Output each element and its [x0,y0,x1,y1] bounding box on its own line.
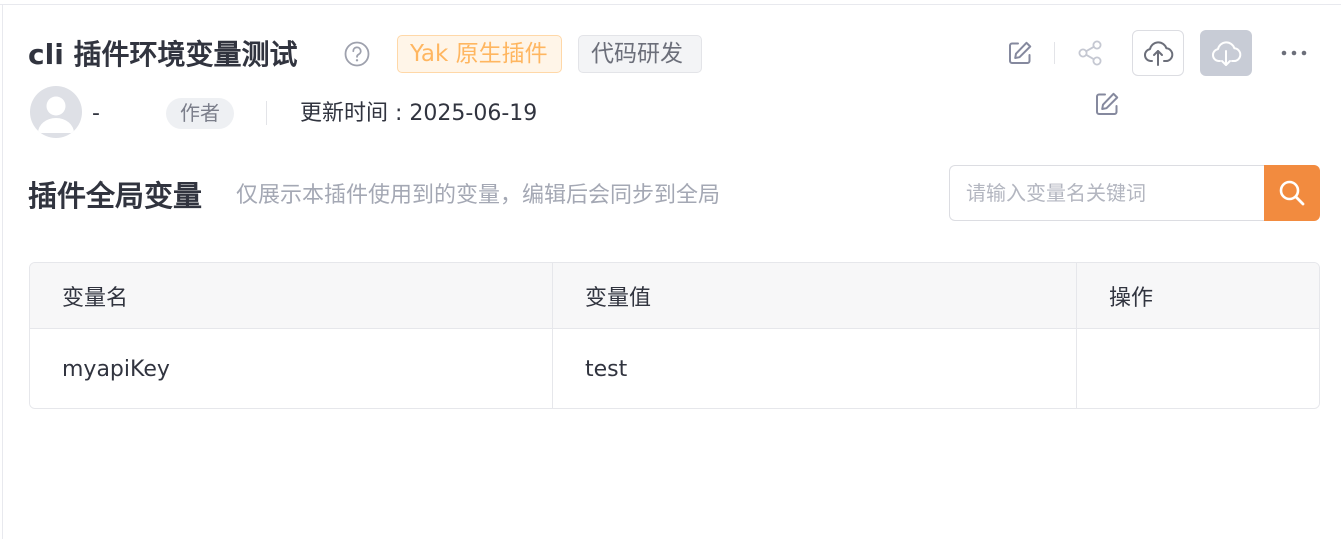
download-button[interactable] [1200,30,1252,76]
search-input[interactable] [949,165,1265,221]
author-separator [266,101,267,125]
author-name: - [92,101,100,126]
edit-icon [1096,92,1119,115]
variable-search [949,165,1320,221]
share-icon [1078,40,1102,66]
help-icon[interactable] [343,40,371,68]
action-separator [1054,42,1055,64]
plugin-title: cli 插件环境变量测试 [28,38,298,71]
section-title: 插件全局变量 [28,179,203,213]
plugin-category-tag: 代码研发 [578,35,702,73]
edit-plugin-button[interactable] [1003,36,1037,70]
edit-icon [1009,41,1032,64]
share-button[interactable] [1072,36,1108,70]
table-header: 变量名 变量值 操作 [30,263,1319,329]
variable-value-cell: test [553,329,1077,408]
edit-variable-button[interactable] [1092,89,1122,119]
plugin-type-tag: Yak 原生插件 [397,35,562,73]
cloud-download-icon [1212,41,1242,66]
table-row: myapiKey test [30,329,1319,408]
variables-table: 变量名 变量值 操作 myapiKey test [29,262,1320,409]
update-time: 更新时间 : 2025-06-19 [300,101,538,126]
upload-button[interactable] [1132,30,1184,76]
more-icon [1281,50,1307,56]
column-header-name: 变量名 [30,263,553,328]
column-header-actions: 操作 [1109,285,1154,311]
cloud-upload-icon [1144,41,1174,66]
search-icon [1279,180,1305,206]
variable-name-cell: myapiKey [30,329,553,408]
author-badge: 作者 [166,98,234,129]
user-icon [38,96,74,133]
search-button[interactable] [1264,165,1320,221]
author-avatar [30,86,82,138]
more-button[interactable] [1276,40,1312,66]
window-left-border [2,5,3,539]
column-header-value: 变量值 [553,263,1077,328]
variable-actions-cell [1077,329,1319,408]
section-description: 仅展示本插件使用到的变量，编辑后会同步到全局 [236,183,721,208]
window-top-border [0,0,1341,5]
